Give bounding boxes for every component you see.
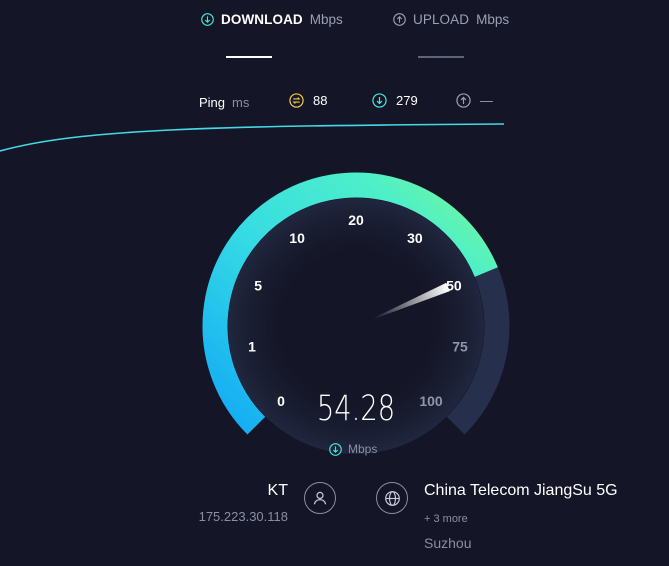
gauge-tick-label: 50 xyxy=(446,277,462,293)
user-icon[interactable] xyxy=(304,482,336,514)
speed-unit: Mbps xyxy=(329,442,377,456)
gauge-tick-label: 75 xyxy=(452,339,468,355)
isp-name: KT xyxy=(267,482,288,499)
speed-unit-label: Mbps xyxy=(348,442,378,456)
gauge-tick-label: 5 xyxy=(254,277,262,293)
isp-ip: 175.223.30.118 xyxy=(198,509,288,524)
speed-graph-line xyxy=(0,123,505,152)
gauge-tick-label: 30 xyxy=(407,230,423,246)
server-more-link[interactable]: + 3 more xyxy=(424,513,468,525)
download-arrow-icon xyxy=(329,442,342,456)
gauge-tick-label: 1 xyxy=(248,339,256,355)
gauge-tick-label: 0 xyxy=(277,393,285,409)
gauge-tick-label: 10 xyxy=(289,230,305,246)
globe-icon xyxy=(376,482,408,514)
speed-value: 54.28 xyxy=(316,389,396,429)
gauge-tick-label: 100 xyxy=(419,393,443,409)
server-name[interactable]: China Telecom JiangSu 5G xyxy=(424,482,618,500)
gauge-tick-label: 20 xyxy=(348,212,364,228)
server-location: Suzhou xyxy=(424,535,472,551)
